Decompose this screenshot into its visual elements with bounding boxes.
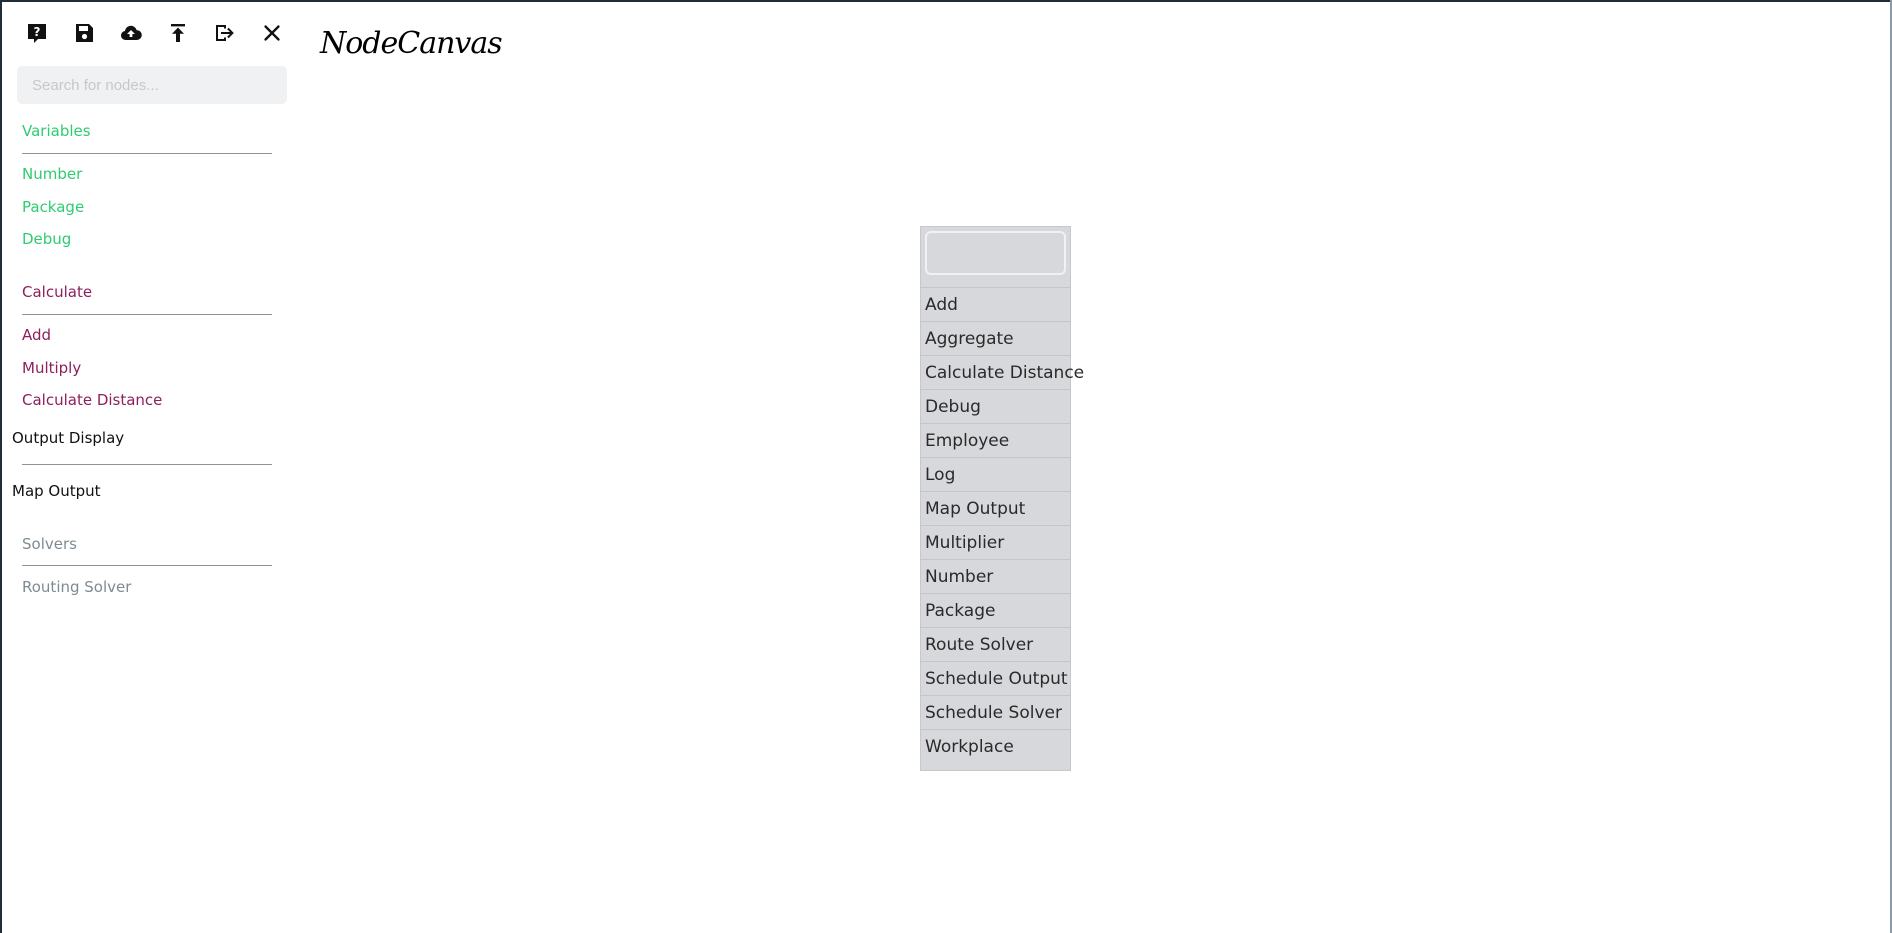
node-list-item-calculate-distance[interactable]: Calculate Distance [921, 356, 1084, 390]
node-list-item-aggregate[interactable]: Aggregate [921, 322, 1070, 356]
node-list-item-route-solver[interactable]: Route Solver [921, 628, 1070, 662]
node-list-popup: Add Aggregate Calculate Distance Debug E… [920, 226, 1084, 771]
sidebar-item-routing-solver[interactable]: Routing Solver [22, 578, 131, 596]
node-list-search-input[interactable] [925, 231, 1066, 275]
sidebar: Variables Number Package Debug Calculate… [0, 0, 300, 933]
sidebar-item-multiply[interactable]: Multiply [22, 359, 81, 377]
sidebar-item-map-output[interactable]: Map Output [12, 482, 101, 500]
sidebar-item-add[interactable]: Add [22, 326, 51, 344]
category-divider [22, 464, 272, 465]
node-list-item-package[interactable]: Package [921, 594, 1070, 628]
node-list-item-employee[interactable]: Employee [921, 424, 1070, 458]
sidebar-item-number[interactable]: Number [22, 165, 82, 183]
node-list-item-log[interactable]: Log [921, 458, 1070, 492]
sidebar-item-debug[interactable]: Debug [22, 230, 71, 248]
node-list-item-schedule-output[interactable]: Schedule Output [921, 662, 1070, 696]
category-variables-title: Variables [22, 122, 91, 140]
category-divider [22, 153, 272, 154]
category-divider [22, 565, 272, 566]
category-output-display-title: Output Display [12, 429, 125, 447]
node-list-item-map-output[interactable]: Map Output [921, 492, 1070, 526]
category-calculate-title: Calculate [22, 283, 93, 301]
node-list-item-multiplier[interactable]: Multiplier [921, 526, 1070, 560]
node-list-item-number[interactable]: Number [921, 560, 1070, 594]
node-list-item-debug[interactable]: Debug [921, 390, 1070, 424]
app-logo: NodeCanvas [320, 26, 503, 61]
sidebar-item-calculate-distance[interactable]: Calculate Distance [22, 391, 162, 409]
category-divider [22, 314, 272, 315]
node-list-item-workplace[interactable]: Workplace [921, 730, 1070, 764]
category-solvers-title: Solvers [22, 535, 77, 553]
sidebar-item-package[interactable]: Package [22, 198, 84, 216]
node-list-item-schedule-solver[interactable]: Schedule Solver [921, 696, 1070, 730]
node-list-item-add[interactable]: Add [921, 288, 1070, 322]
